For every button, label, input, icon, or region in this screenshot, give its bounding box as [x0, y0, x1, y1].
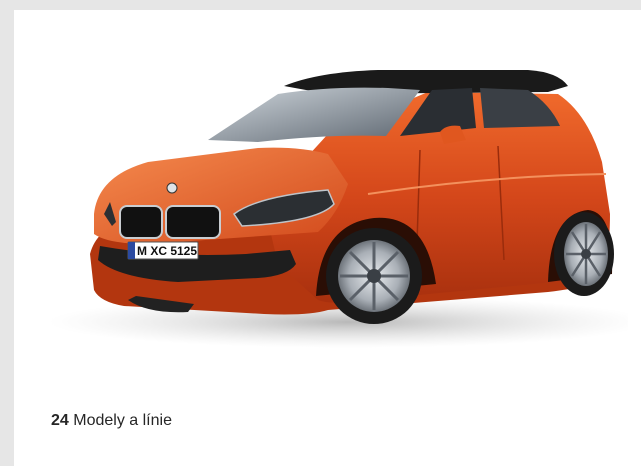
model-count: 24	[51, 412, 69, 429]
model-count-caption[interactable]: 24 Modely a línie	[51, 412, 172, 430]
license-plate-text: M XC 5125	[137, 244, 197, 258]
car-illustration: M XC 5125	[48, 70, 641, 348]
model-count-label: Modely a línie	[73, 412, 172, 429]
model-card[interactable]: M XC 5125 24 Modely a línie	[14, 10, 641, 466]
car-image[interactable]: M XC 5125	[28, 64, 641, 354]
